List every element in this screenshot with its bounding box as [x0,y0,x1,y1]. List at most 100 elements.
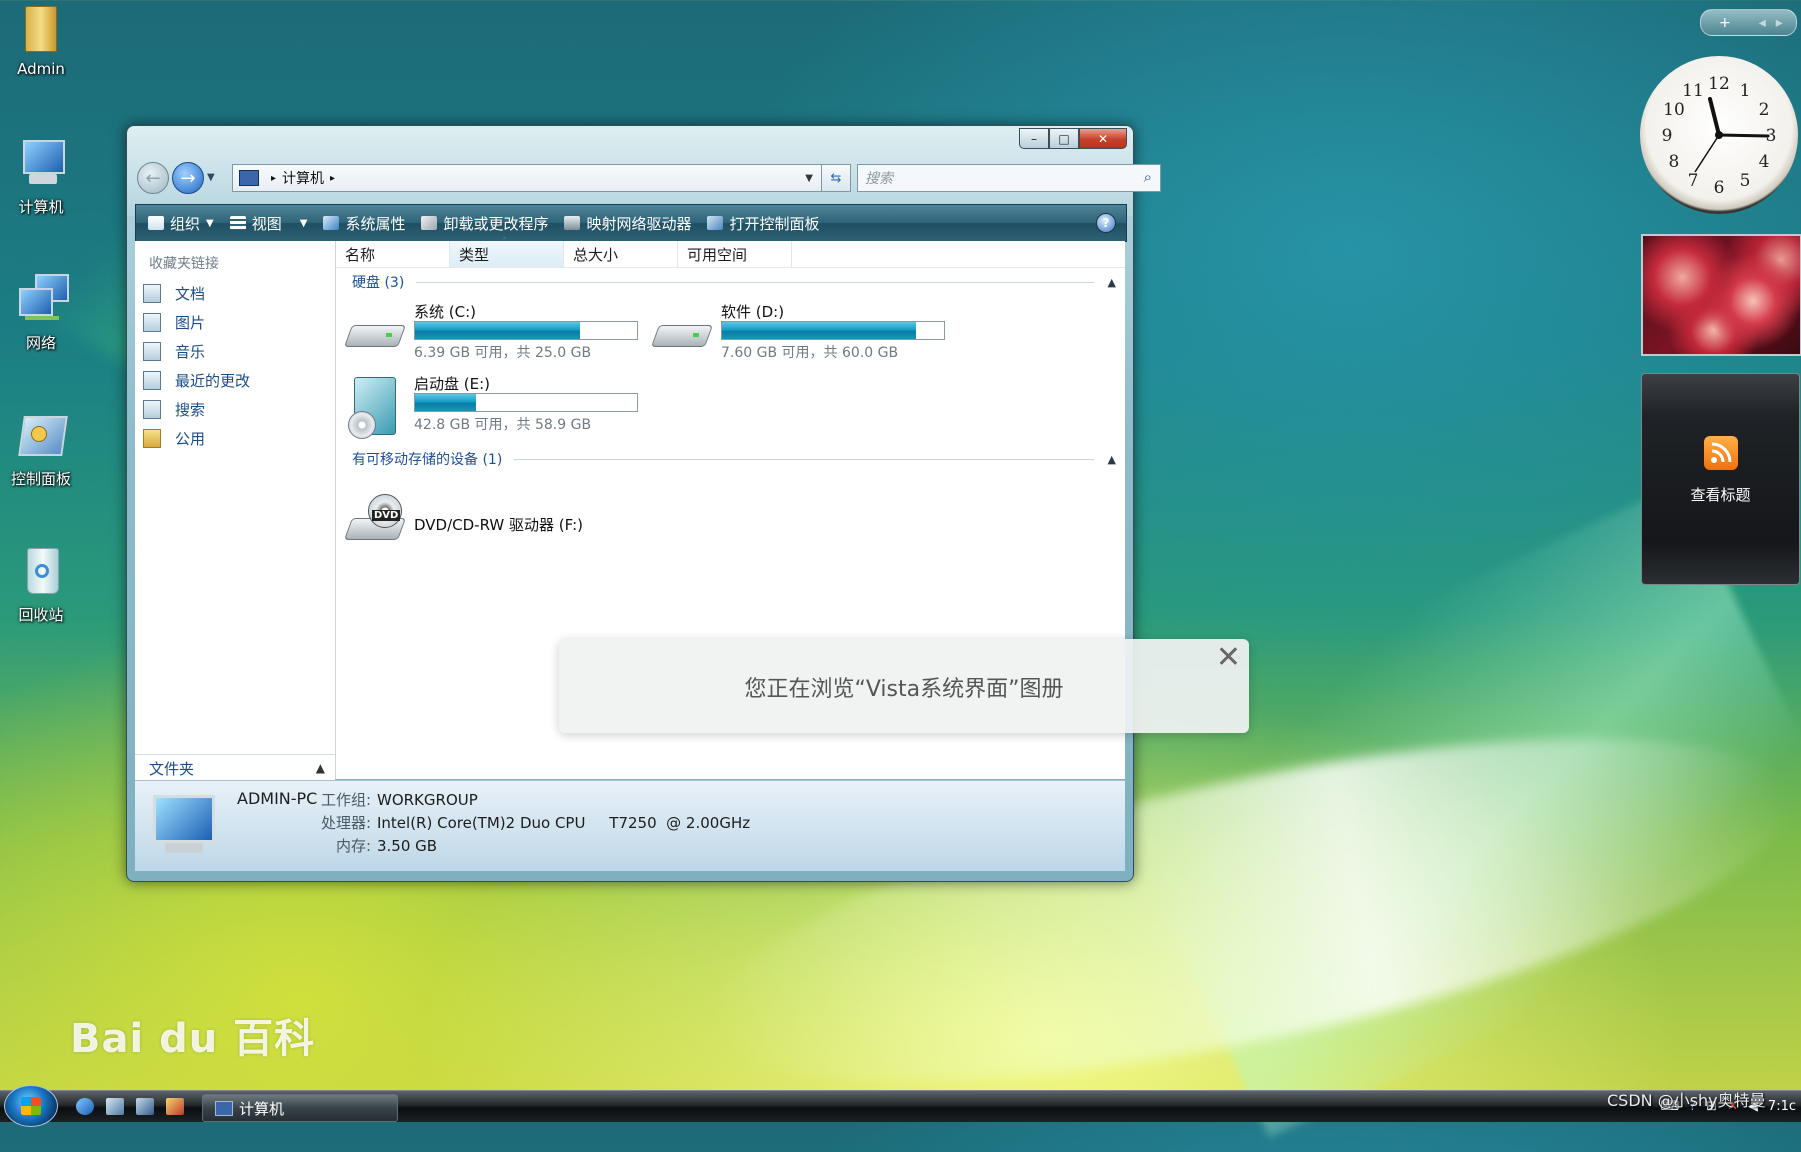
desktop-icon-admin[interactable]: Admin [0,2,82,78]
drive-d[interactable]: 软件 (D:) 7.60 GB 可用，共 60.0 GB [650,301,953,361]
slideshow-gadget[interactable] [1641,234,1801,356]
chevron-up-icon[interactable]: ▲ [1108,453,1116,466]
nav-item-label: 最近的更改 [175,372,251,390]
group-label: 有可移动存储的设备 (1) [352,452,503,468]
clock-time[interactable]: 7:1c [1768,1099,1796,1114]
drive-f-dvd[interactable]: DVD DVD/CD-RW 驱动器 (F:) [343,488,646,548]
column-type[interactable]: ˆ 类型 [450,237,564,267]
network-icon [15,274,69,326]
views-label: 视图 [251,214,282,233]
clock-second-hand [1694,134,1720,173]
next-page-button[interactable]: ▸ [1776,15,1783,31]
desktop-icon-network[interactable]: 网络 [0,274,82,353]
computer-icon [239,170,259,186]
desktop-icon-recycle-bin[interactable]: 回收站 [0,546,82,625]
computer-name: ADMIN-PC [237,789,318,808]
chevron-up-icon[interactable]: ▲ [1108,276,1116,289]
pictures-icon [143,313,161,332]
address-bar[interactable]: ▸ 计算机 ▸ ▼ [232,164,822,192]
clock-numeral: 12 [1708,74,1730,94]
forward-button[interactable]: → [172,162,204,194]
recent-pages-dropdown[interactable]: ▼ [207,172,215,183]
refresh-button[interactable]: ⇆ [821,164,851,192]
column-header: 名称 ˆ 类型 总大小 可用空间 [336,237,1125,268]
search-input[interactable]: 搜索 ⌕ [857,164,1161,192]
nav-item-documents[interactable]: 文档 [143,279,250,308]
network-drive-icon [564,216,581,230]
column-free-space[interactable]: 可用空间 [678,241,792,267]
back-button[interactable]: ← [137,162,169,194]
workgroup-value: WORKGROUP [377,791,478,809]
system-properties-icon [323,216,340,230]
views-menu[interactable]: 视图 ▼ [229,213,307,234]
group-header-removable[interactable]: 有可移动存储的设备 (1) ▲ [352,449,1122,469]
album-notification-text: 您正在浏览“Vista系统界面”图册 [744,677,1064,702]
previous-page-button[interactable]: ◂ [1759,15,1766,31]
nav-item-recent-changes[interactable]: 最近的更改 [143,366,250,395]
navigation-pane: 收藏夹链接 文档 图片 音乐 最近的更改 搜索 公用 [135,241,336,779]
minimize-button[interactable]: – [1019,128,1049,149]
music-icon [143,342,161,361]
clock-gadget[interactable]: 11 10 9 8 7 6 5 4 3 2 1 12 [1640,56,1798,214]
organize-menu[interactable]: 组织 ▼ [148,213,214,234]
nav-item-music[interactable]: 音乐 [143,337,250,366]
desktop-icon-computer[interactable]: 计算机 [0,138,82,217]
clock-minute-hand [1717,133,1770,138]
nav-item-pictures[interactable]: 图片 [143,308,250,337]
open-control-panel-button[interactable]: 打开控制面板 [707,213,820,234]
uninstall-programs-button[interactable]: 卸载或更改程序 [421,213,548,234]
workgroup-row: 工作组: WORKGROUP [317,789,478,810]
add-gadget-button[interactable]: + [1719,15,1731,31]
nav-item-searches[interactable]: 搜索 [143,395,250,424]
group-header-hard-disks[interactable]: 硬盘 (3) ▲ [352,272,1122,292]
details-pane: ADMIN-PC 工作组: WORKGROUP 处理器: Intel(R) Core… [135,780,1125,871]
drive-usage-bar [721,321,945,340]
breadcrumb-separator[interactable]: ▸ [330,173,335,184]
breadcrumb-computer[interactable]: 计算机 [282,168,324,188]
map-network-drive-button[interactable]: 映射网络驱动器 [564,213,691,234]
recent-icon [143,371,161,390]
folders-toggle[interactable]: 文件夹 ▲ [135,754,335,781]
system-properties-button[interactable]: 系统属性 [323,213,405,234]
help-button[interactable]: ? [1096,213,1116,233]
organize-icon [148,216,164,230]
favorite-links-list: 文档 图片 音乐 最近的更改 搜索 公用 [143,279,250,453]
explorer-window[interactable]: – □ ✕ ← → ▼ ▸ 计算机 ▸ ▼ ⇆ 搜索 ⌕ 组织 ▼ 视图 ▼ 系… [126,125,1161,882]
public-folder-icon [143,429,161,448]
drive-space-info: 6.39 GB 可用，共 25.0 GB [414,345,592,361]
maximize-button[interactable]: □ [1049,128,1079,149]
clock-numeral: 1 [1740,81,1751,101]
computer-icon [15,138,67,190]
drive-usage-bar [414,321,638,340]
nav-item-label: 搜索 [175,401,206,419]
column-total-size[interactable]: 总大小 [564,241,678,267]
taskbar-button-computer[interactable]: 计算机 [202,1094,398,1122]
close-button[interactable]: ✕ [1079,128,1127,149]
nav-item-public[interactable]: 公用 [143,424,250,453]
feed-headlines-gadget[interactable]: 查看标题 [1641,373,1800,585]
drive-space-info: 7.60 GB 可用，共 60.0 GB [721,345,899,361]
close-icon[interactable]: ✕ [1216,643,1241,673]
show-desktop-icon[interactable] [106,1098,124,1115]
clock-numeral: 9 [1662,126,1673,146]
memory-value: 3.50 GB [377,837,438,855]
dvd-drive-icon: DVD [343,494,407,542]
column-label: 类型 [459,245,490,264]
breadcrumb-separator[interactable]: ▸ [271,173,276,184]
caption-buttons: – □ ✕ [1019,128,1127,149]
address-dropdown-icon[interactable]: ▼ [805,173,813,184]
column-name[interactable]: 名称 [336,241,450,267]
drive-c[interactable]: 系统 (C:) 6.39 GB 可用，共 25.0 GB [343,301,646,361]
search-icon[interactable]: ⌕ [1144,168,1152,186]
windows-logo-icon [21,1097,41,1115]
hard-disk-icon [650,313,714,355]
sidebar-controls: + ◂ ▸ [1700,9,1797,36]
media-player-icon[interactable] [166,1098,184,1115]
help-icon: ? [1102,216,1110,230]
drive-e[interactable]: 启动盘 (E:) 42.8 GB 可用，共 58.9 GB [346,373,646,439]
desktop-icon-control-panel[interactable]: 控制面板 [0,410,82,489]
switch-windows-icon[interactable] [136,1098,154,1115]
nav-item-label: 图片 [175,314,206,332]
internet-explorer-icon[interactable] [76,1098,94,1115]
group-divider [416,281,1094,283]
